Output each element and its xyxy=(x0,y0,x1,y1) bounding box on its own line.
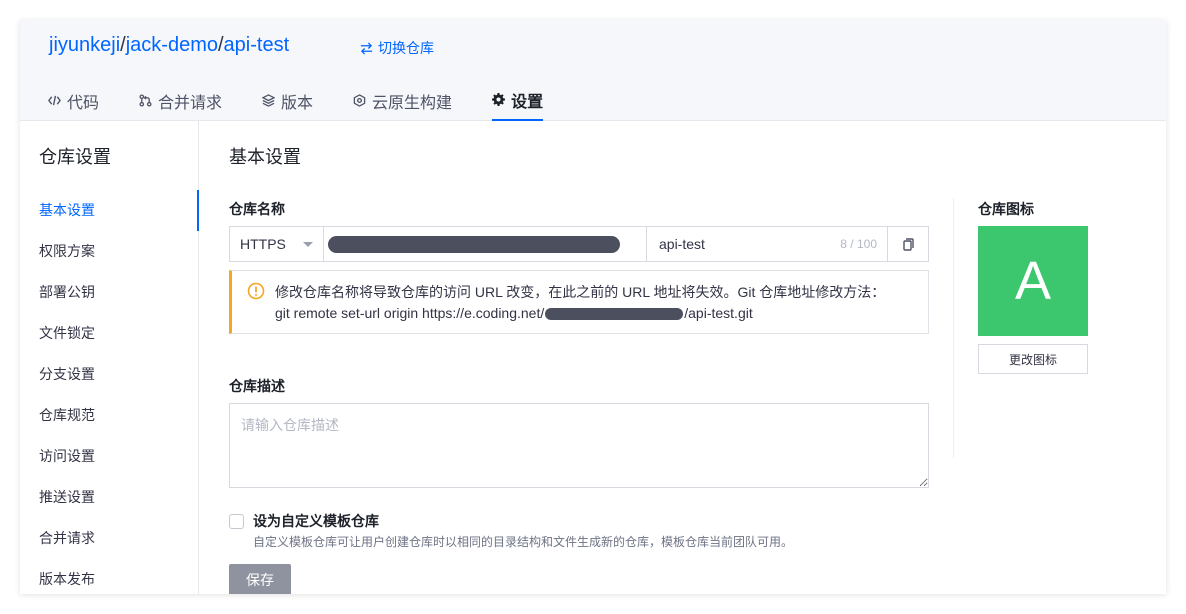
tab-label: 云原生构建 xyxy=(372,94,453,112)
tab-merge-requests[interactable]: 合并请求 xyxy=(139,88,222,121)
settings-sidebar: 仓库设置 基本设置 权限方案 部署公钥 文件锁定 分支设置 仓库规范 访问设置 … xyxy=(20,121,199,594)
sidebar-title: 仓库设置 xyxy=(39,147,111,167)
repo-name-field-wrap: 8 / 100 xyxy=(647,227,888,261)
tab-settings[interactable]: 设置 xyxy=(492,88,544,121)
tab-code[interactable]: 代码 xyxy=(48,88,99,121)
switch-repo-button[interactable]: 切换仓库 xyxy=(360,38,434,58)
protocol-value: HTTPS xyxy=(240,236,286,252)
repo-name-row: HTTPS 8 / 100 xyxy=(229,226,929,262)
sidebar-menu: 基本设置 权限方案 部署公钥 文件锁定 分支设置 仓库规范 访问设置 推送设置 … xyxy=(20,190,199,594)
tab-label: 设置 xyxy=(511,93,544,111)
tab-releases[interactable]: 版本 xyxy=(262,88,313,121)
tab-label: 版本 xyxy=(281,94,314,112)
repo-header: jiyunkeji/jack-demo/api-test 切换仓库 代码 合并请… xyxy=(20,20,1166,121)
redacted-url xyxy=(328,235,620,253)
tab-label: 合并请求 xyxy=(158,94,223,112)
sidebar-item-releases[interactable]: 版本发布 xyxy=(20,559,199,594)
warning-url-prefix: git remote set-url origin https://e.codi… xyxy=(275,305,545,321)
sidebar-item-deploy-keys[interactable]: 部署公钥 xyxy=(20,272,199,313)
protocol-select[interactable]: HTTPS xyxy=(230,227,324,261)
caret-down-icon xyxy=(303,242,313,247)
tab-cloud-build[interactable]: 云原生构建 xyxy=(353,88,452,121)
repo-desc-label: 仓库描述 xyxy=(229,378,285,394)
repo-url-prefix xyxy=(324,227,647,261)
sidebar-item-push-settings[interactable]: 推送设置 xyxy=(20,477,199,518)
warning-line-1: 修改仓库名称将导致仓库的访问 URL 改变，在此之前的 URL 地址将失效。Gi… xyxy=(275,284,886,300)
sidebar-item-basic-settings[interactable]: 基本设置 xyxy=(20,190,199,231)
warning-icon xyxy=(247,282,265,300)
layers-icon xyxy=(262,94,276,107)
char-count: 8 / 100 xyxy=(840,237,877,251)
repo-name-input[interactable] xyxy=(659,236,841,252)
merge-request-icon xyxy=(139,94,152,107)
panel-divider xyxy=(953,198,954,458)
code-icon xyxy=(48,95,61,106)
sidebar-item-merge-requests[interactable]: 合并请求 xyxy=(20,518,199,559)
gear-icon xyxy=(492,93,506,106)
tab-label: 代码 xyxy=(67,94,100,112)
template-hint: 自定义模板仓库可让用户创建仓库时以相同的目录结构和文件生成新的仓库，模板仓库当前… xyxy=(253,535,794,549)
breadcrumb-team[interactable]: jiyunkeji xyxy=(49,34,120,56)
breadcrumb-project[interactable]: jack-demo xyxy=(126,34,218,56)
repo-breadcrumb: jiyunkeji/jack-demo/api-test xyxy=(49,34,289,57)
repo-desc-textarea[interactable] xyxy=(229,403,929,488)
template-checkbox[interactable] xyxy=(229,513,244,529)
redacted-path xyxy=(545,308,684,321)
breadcrumb-repo[interactable]: api-test xyxy=(224,34,290,56)
template-option: 设为自定义模板仓库 xyxy=(229,511,379,531)
save-button[interactable]: 保存 xyxy=(229,564,291,594)
sidebar-item-access-settings[interactable]: 访问设置 xyxy=(20,436,199,477)
repo-tabs: 代码 合并请求 版本 云原生构建 设置 xyxy=(48,88,583,121)
warning-text: 修改仓库名称将导致仓库的访问 URL 改变，在此之前的 URL 地址将失效。Gi… xyxy=(275,282,885,324)
copy-url-button[interactable] xyxy=(888,227,928,261)
build-icon xyxy=(353,94,366,107)
sidebar-item-permissions[interactable]: 权限方案 xyxy=(20,231,199,272)
repo-icon-label: 仓库图标 xyxy=(978,201,1034,217)
switch-repo-label: 切换仓库 xyxy=(378,40,434,56)
switch-arrows-icon xyxy=(360,41,373,55)
warning-line-2: git remote set-url origin https://e.codi… xyxy=(275,303,885,324)
rename-warning: 修改仓库名称将导致仓库的访问 URL 改变，在此之前的 URL 地址将失效。Gi… xyxy=(229,270,929,334)
page-title: 基本设置 xyxy=(229,147,301,167)
template-label: 设为自定义模板仓库 xyxy=(253,513,379,529)
sidebar-item-branch-settings[interactable]: 分支设置 xyxy=(20,354,199,395)
change-icon-button[interactable]: 更改图标 xyxy=(978,344,1088,374)
copy-icon xyxy=(903,238,914,251)
repo-avatar: A xyxy=(978,226,1088,336)
repo-settings-card: jiyunkeji/jack-demo/api-test 切换仓库 代码 合并请… xyxy=(20,20,1166,594)
sidebar-item-file-lock[interactable]: 文件锁定 xyxy=(20,313,199,354)
repo-name-label: 仓库名称 xyxy=(229,201,285,217)
warning-url-suffix: /api-test.git xyxy=(684,305,753,321)
sidebar-item-repo-rules[interactable]: 仓库规范 xyxy=(20,395,199,436)
